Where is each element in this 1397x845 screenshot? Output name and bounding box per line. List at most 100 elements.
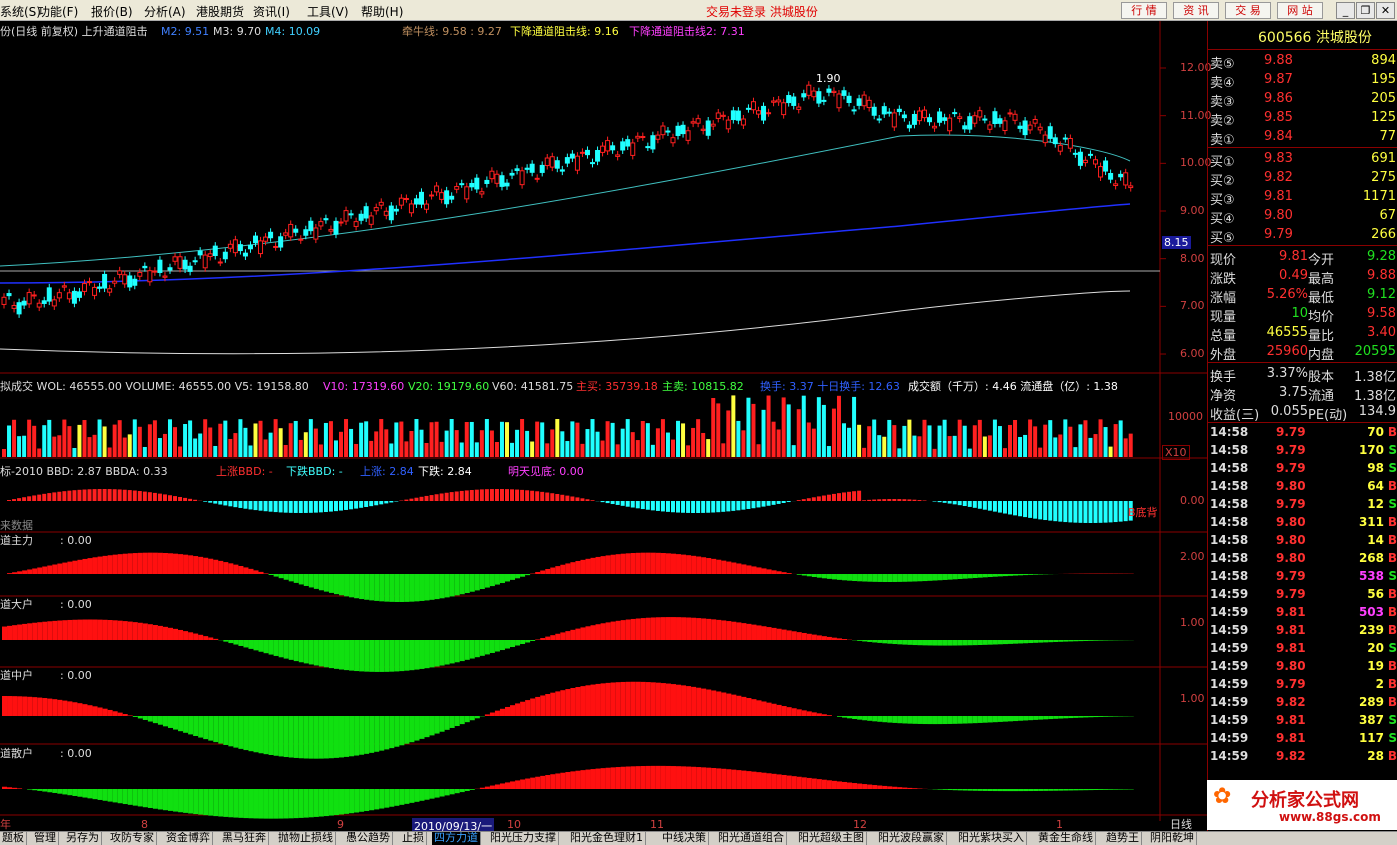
formula-tab[interactable]: 攻防专家 bbox=[108, 832, 157, 845]
bid-row[interactable]: 买④9.8067 bbox=[1208, 206, 1397, 225]
minimize-icon[interactable]: _ bbox=[1336, 2, 1355, 19]
bid-row[interactable]: 买②9.82275 bbox=[1208, 168, 1397, 187]
ask-row[interactable]: 卖①9.8477 bbox=[1208, 127, 1397, 146]
flow-bar bbox=[812, 574, 817, 577]
formula-tab[interactable]: 四方力道 bbox=[432, 832, 481, 845]
volume-bar bbox=[223, 421, 227, 457]
flow-bar bbox=[530, 640, 535, 641]
period-label[interactable]: 日线 bbox=[1170, 818, 1192, 831]
candle-body bbox=[465, 187, 469, 199]
formula-tab[interactable]: 抛物止损线 bbox=[276, 832, 336, 845]
formula-tab[interactable]: 管理 bbox=[32, 832, 59, 845]
bbd-bar bbox=[601, 501, 605, 502]
tick-volume: 12 bbox=[1367, 497, 1384, 511]
stat-value: 5.26% bbox=[1264, 287, 1308, 302]
bbd-bar bbox=[7, 500, 11, 501]
bid-row[interactable]: 买①9.83691 bbox=[1208, 149, 1397, 168]
bid-row[interactable]: 买⑤9.79266 bbox=[1208, 225, 1397, 244]
volume-bar bbox=[757, 444, 761, 457]
formula-tab[interactable]: 中线决策 bbox=[660, 832, 709, 845]
tick-side: S bbox=[1388, 641, 1397, 655]
flow-bar bbox=[62, 563, 67, 574]
candle-body bbox=[887, 112, 891, 113]
bbd-bar bbox=[797, 500, 801, 501]
flow-bar bbox=[243, 567, 248, 574]
volume-bar bbox=[842, 423, 846, 457]
bid-row[interactable]: 买③9.811171 bbox=[1208, 187, 1397, 206]
flow-bar bbox=[168, 628, 173, 640]
ask-row[interactable]: 卖②9.85125 bbox=[1208, 108, 1397, 127]
ask-row[interactable]: 卖⑤9.88894 bbox=[1208, 51, 1397, 70]
flow-bar bbox=[676, 617, 681, 640]
candle-body bbox=[938, 112, 942, 122]
menu-help[interactable]: 帮助(H) bbox=[361, 3, 403, 20]
formula-tab[interactable]: 题板 bbox=[0, 832, 27, 845]
ask-row[interactable]: 卖③9.86205 bbox=[1208, 89, 1397, 108]
flow-bar bbox=[72, 789, 77, 796]
menu-info[interactable]: 资讯(I) bbox=[253, 3, 290, 20]
volume-v20: V20: 19179.60 bbox=[408, 380, 489, 393]
formula-tab[interactable]: 阳光波段赢家 bbox=[876, 832, 947, 845]
bbd-bar bbox=[1083, 501, 1087, 523]
volume-bar bbox=[158, 438, 162, 457]
flow-bar bbox=[269, 789, 274, 819]
volume-bar bbox=[892, 425, 896, 457]
formula-tab[interactable]: 黑马狂奔 bbox=[220, 832, 269, 845]
menu-quote[interactable]: 报价(B) bbox=[91, 3, 133, 20]
formula-tab[interactable]: 黄金生命线 bbox=[1036, 832, 1096, 845]
tab-news-button[interactable]: 资 讯 bbox=[1173, 2, 1219, 19]
menu-tools[interactable]: 工具(V) bbox=[307, 3, 349, 20]
flow-bar bbox=[1013, 789, 1018, 791]
menu-system[interactable]: 系统(S) bbox=[0, 3, 41, 20]
volume-bar bbox=[837, 396, 841, 457]
tick-price: 9.81 bbox=[1276, 713, 1306, 727]
bbd-bar bbox=[1043, 501, 1047, 520]
bbd-bar bbox=[560, 495, 564, 501]
tick-volume: 538 bbox=[1359, 569, 1384, 583]
flow-bar bbox=[928, 716, 933, 724]
tab-website-button[interactable]: 网 站 bbox=[1277, 2, 1323, 19]
flow-bar bbox=[792, 776, 797, 789]
flow-bar bbox=[228, 789, 233, 817]
formula-tab[interactable]: 阳光紫块买入 bbox=[956, 832, 1027, 845]
flow-bar bbox=[198, 716, 203, 738]
flow-bar bbox=[22, 624, 27, 640]
tick-volume: 19 bbox=[1367, 659, 1384, 673]
menu-function[interactable]: 功能(F) bbox=[38, 3, 78, 20]
formula-tab[interactable]: 阳光通道组合 bbox=[716, 832, 787, 845]
bbd-bar bbox=[666, 501, 670, 512]
formula-tab[interactable]: 阳光金色理财1 bbox=[568, 832, 646, 845]
candle-body bbox=[12, 306, 16, 309]
restore-icon[interactable]: ❐ bbox=[1356, 2, 1375, 19]
flow-bar bbox=[264, 573, 269, 574]
chart-area[interactable]: 份(日线 前复权) 上升通道阻击 M2: 9.51 M3: 9.70 M4: 1… bbox=[0, 21, 1207, 831]
formula-tab[interactable]: 止损 bbox=[400, 832, 427, 845]
volume-bar bbox=[535, 422, 539, 457]
flow-bar bbox=[445, 640, 450, 665]
flow-bar bbox=[248, 569, 253, 574]
candle-body bbox=[394, 209, 398, 211]
formula-tab[interactable]: 愚公趋势 bbox=[344, 832, 393, 845]
flow-bar bbox=[274, 574, 279, 577]
kline-chart[interactable] bbox=[0, 21, 1207, 831]
menu-hk-futures[interactable]: 港股期货 bbox=[196, 3, 244, 20]
tab-market-button[interactable]: 行 情 bbox=[1121, 2, 1167, 19]
formula-tab[interactable]: 阳光超级主图 bbox=[796, 832, 867, 845]
volume-bar bbox=[928, 425, 932, 457]
volume-bar bbox=[364, 421, 368, 457]
formula-tab[interactable]: 趋势王 bbox=[1104, 832, 1142, 845]
volume-bar bbox=[701, 433, 705, 457]
tab-trade-button[interactable]: 交 易 bbox=[1225, 2, 1271, 19]
ask-row[interactable]: 卖④9.87195 bbox=[1208, 70, 1397, 89]
close-icon[interactable]: ✕ bbox=[1376, 2, 1395, 19]
menu-analysis[interactable]: 分析(A) bbox=[144, 3, 186, 20]
flow-bar bbox=[998, 789, 1003, 791]
volume-bar bbox=[948, 436, 952, 457]
formula-tab[interactable]: 阴阳乾坤 bbox=[1148, 832, 1197, 845]
candle-body bbox=[183, 260, 187, 269]
formula-tab[interactable]: 另存为 bbox=[64, 832, 102, 845]
formula-tab[interactable]: 资金博弈 bbox=[164, 832, 213, 845]
bbd-bar bbox=[394, 501, 398, 502]
formula-tab[interactable]: 阳光压力支撑 bbox=[488, 832, 559, 845]
flow-bar bbox=[902, 788, 907, 789]
